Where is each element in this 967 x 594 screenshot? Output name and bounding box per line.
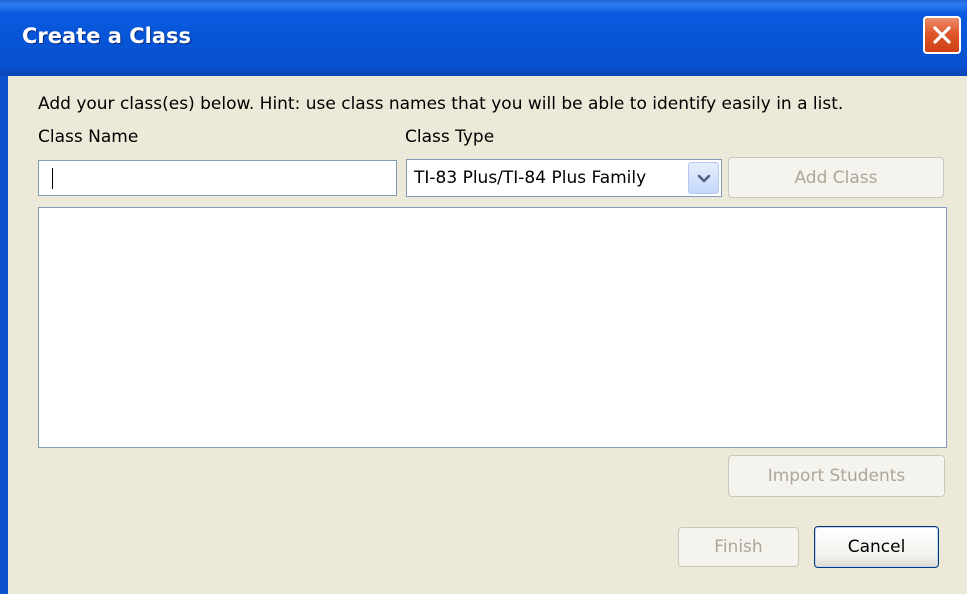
- finish-button[interactable]: Finish: [678, 527, 799, 567]
- close-button[interactable]: [923, 16, 961, 54]
- close-icon: [931, 24, 953, 46]
- class-type-label: Class Type: [405, 127, 495, 147]
- class-name-label: Class Name: [38, 127, 139, 147]
- class-type-select[interactable]: TI-83 Plus/TI-84 Plus Family: [406, 159, 722, 197]
- class-type-selected-value: TI-83 Plus/TI-84 Plus Family: [414, 168, 647, 188]
- window-titlebar[interactable]: Create a Class: [0, 0, 967, 76]
- class-name-input[interactable]: [38, 160, 397, 196]
- window-frame-left: [0, 76, 8, 594]
- add-class-button[interactable]: Add Class: [728, 157, 944, 198]
- text-caret: [52, 168, 53, 189]
- class-list[interactable]: [38, 207, 947, 448]
- chevron-down-icon: [697, 169, 711, 188]
- window-title: Create a Class: [22, 24, 192, 48]
- cancel-button[interactable]: Cancel: [814, 526, 939, 568]
- import-students-button[interactable]: Import Students: [728, 455, 945, 497]
- hint-text: Add your class(es) below. Hint: use clas…: [38, 94, 844, 114]
- dropdown-button[interactable]: [688, 162, 719, 194]
